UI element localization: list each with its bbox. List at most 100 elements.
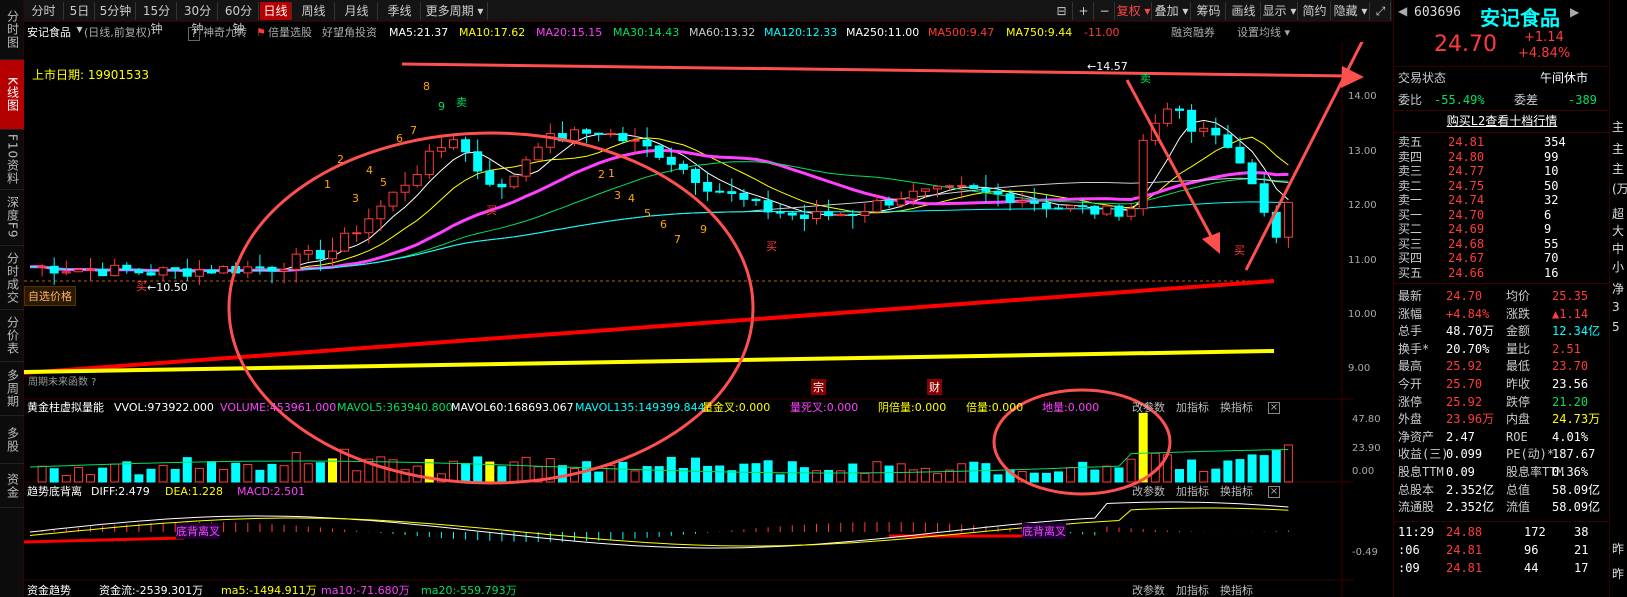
- news-flag-1[interactable]: 宗: [811, 379, 826, 395]
- ma5-label: MA5:21.37: [389, 26, 449, 39]
- help-icon[interactable]: ?: [188, 27, 200, 41]
- nav-tab-3[interactable]: 深度F9: [0, 190, 24, 246]
- fund-swap-indicator-button[interactable]: 换指标: [1220, 583, 1253, 597]
- tool-beiliang[interactable]: 倍量选股: [268, 24, 312, 42]
- candle: [255, 266, 265, 269]
- candle: [1223, 134, 1233, 148]
- period-tab-10[interactable]: 更多周期 ▾: [422, 2, 488, 20]
- period-tab-3[interactable]: 15分钟: [137, 2, 177, 36]
- macd-close-icon[interactable]: ×: [1268, 486, 1280, 498]
- order-ratio-row: 委比 -55.49% 委差 -389: [1398, 93, 1597, 107]
- tool-button-4[interactable]: 叠加 ▾: [1153, 2, 1191, 20]
- nav-tab-0[interactable]: 分时图: [0, 0, 24, 60]
- volume-bar: [703, 465, 713, 483]
- macd-swap-indicator-button[interactable]: 换指标: [1220, 484, 1253, 500]
- vol-change-param-button[interactable]: 改参数: [1132, 400, 1165, 416]
- tool-button-7[interactable]: 显示 ▾: [1262, 2, 1298, 20]
- buy-signal: 买: [136, 280, 147, 293]
- tool-button-10[interactable]: ⤢: [1371, 2, 1391, 20]
- nav-tab-6[interactable]: 多周期: [0, 362, 24, 416]
- tool-button-2[interactable]: −: [1095, 2, 1115, 20]
- period-tab-6[interactable]: 日线: [260, 2, 292, 20]
- tool-button-0[interactable]: ⊟: [1051, 2, 1073, 20]
- bid-level: 买二 24.69 9: [1398, 222, 1552, 236]
- candle: [1102, 205, 1112, 215]
- fund-change-param-button[interactable]: 改参数: [1132, 583, 1165, 597]
- volume-bar: [1126, 458, 1136, 483]
- candle: [243, 266, 253, 274]
- nav-tab-2[interactable]: F10资料: [0, 130, 24, 190]
- volume-bar: [461, 463, 471, 483]
- period-tab-5[interactable]: 60分钟: [219, 2, 259, 36]
- l2-promo-link[interactable]: 购买L2查看十档行情: [1394, 112, 1610, 130]
- collapse-arrow-icon[interactable]: ◀: [1398, 4, 1407, 18]
- candle: [98, 268, 108, 277]
- volume-bar: [1175, 469, 1184, 483]
- tool-button-9[interactable]: 隐藏 ▾: [1332, 2, 1370, 20]
- period-tab-8[interactable]: 月线: [336, 2, 378, 20]
- candle: [1283, 201, 1293, 238]
- candle: [920, 188, 930, 192]
- candle: [812, 211, 821, 220]
- volume-bar: [146, 468, 156, 483]
- candle: [618, 133, 628, 142]
- nav-tab-8[interactable]: 资金: [0, 464, 24, 508]
- period-tab-2[interactable]: 5分钟: [96, 2, 136, 20]
- period-tab-4[interactable]: 30分钟: [178, 2, 218, 36]
- tool-haowangjiao[interactable]: 好望角投资: [322, 24, 377, 42]
- candle: [436, 147, 446, 152]
- ask-level: 卖三 24.77 10: [1398, 164, 1559, 178]
- macd-add-indicator-button[interactable]: 加指标: [1176, 484, 1209, 500]
- nav-tab-1[interactable]: K线图: [0, 60, 24, 130]
- candle: [1247, 162, 1257, 185]
- margin-link[interactable]: 融资融券: [1171, 24, 1215, 42]
- custom-price-tag[interactable]: 自选价格: [24, 286, 76, 306]
- period-tab-0[interactable]: 分时: [24, 2, 64, 20]
- vol-diliang: 地量:0.000: [1042, 401, 1100, 414]
- fund-flow-side-label: 大: [1612, 224, 1625, 238]
- nav-tab-5[interactable]: 分价表: [0, 310, 24, 362]
- tool-button-1[interactable]: +: [1074, 2, 1094, 20]
- period-tab-7[interactable]: 周线: [293, 2, 335, 20]
- volume-bar: [642, 466, 652, 483]
- period-tab-9[interactable]: 季线: [379, 2, 421, 20]
- fund-flow-side-label: 5: [1612, 320, 1620, 334]
- ma-settings[interactable]: 设置均线 ▾: [1237, 24, 1290, 42]
- fund-flow-side-label: 昨: [1612, 542, 1625, 556]
- tool-button-3[interactable]: 复权 ▾: [1116, 2, 1152, 20]
- nav-tab-4[interactable]: 分时成交: [0, 246, 24, 310]
- candle: [763, 200, 773, 213]
- kline-chart[interactable]: 买买买 买卖卖123456789123 45679: [24, 42, 1392, 597]
- candle: [134, 269, 144, 274]
- macd-change-param-button[interactable]: 改参数: [1132, 484, 1165, 500]
- fund-add-indicator-button[interactable]: 加指标: [1176, 583, 1209, 597]
- volume-bar: [666, 456, 676, 483]
- nav-tab-7[interactable]: 多股: [0, 416, 24, 464]
- volume-tick: 23.90: [1352, 443, 1381, 454]
- last-price: 24.70: [1434, 32, 1497, 57]
- expand-arrow-icon[interactable]: ▶: [1570, 5, 1579, 19]
- candle: [533, 146, 543, 161]
- tool-button-5[interactable]: 筹码: [1192, 2, 1226, 20]
- candle: [727, 191, 737, 194]
- volume-bar: [182, 457, 192, 483]
- ask-level: 卖二 24.75 50: [1398, 178, 1559, 193]
- vol-swap-indicator-button[interactable]: 换指标: [1220, 400, 1253, 416]
- ma-last-label: -11.00: [1084, 26, 1120, 39]
- vol-close-icon[interactable]: ×: [1268, 402, 1280, 414]
- nine-turn-count: 4: [628, 192, 635, 205]
- vol-add-indicator-button[interactable]: 加指标: [1176, 400, 1209, 416]
- mavol135-value: MAVOL135:149399.844: [575, 401, 705, 414]
- period-tab-1[interactable]: 5日 ▾: [65, 2, 95, 36]
- candle: [751, 198, 761, 202]
- volume-bar: [908, 469, 918, 483]
- volume-bar: [497, 466, 507, 483]
- tool-shenqi[interactable]: 神奇九转: [203, 24, 247, 42]
- tool-button-8[interactable]: 简约: [1299, 2, 1331, 20]
- candle: [376, 205, 386, 220]
- news-flag-2[interactable]: 财: [927, 379, 942, 395]
- adjust-mode: (日线,前复权): [84, 26, 152, 39]
- tool-button-6[interactable]: 画线: [1227, 2, 1261, 20]
- volume-bar: [194, 467, 204, 483]
- candle: [291, 253, 301, 270]
